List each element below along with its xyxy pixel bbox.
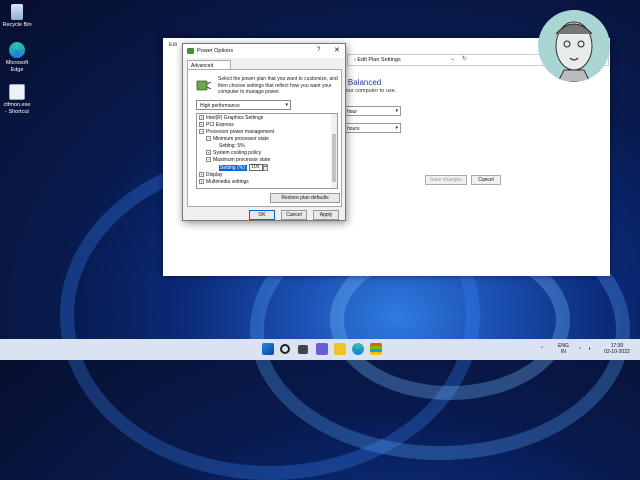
file-explorer-icon[interactable] [334,343,346,355]
apply-button[interactable]: Apply [313,210,339,220]
tree-item-min-setting[interactable]: Setting: 5% [219,143,245,149]
plan-select[interactable]: High performance [196,100,291,110]
chat-icon[interactable] [316,343,328,355]
dropdown-icon[interactable]: ⌄ [450,55,455,62]
spinner-arrows-icon[interactable]: ▴▾ [263,164,269,171]
refresh-icon[interactable]: ↻ [462,55,467,62]
dialog-cancel-button[interactable]: Cancel [281,210,307,220]
restore-defaults-button[interactable]: Restore plan defaults [270,193,340,203]
search-icon[interactable] [280,344,290,354]
desktop-icon-edge[interactable]: Microsoft Edge [2,42,32,74]
tree-item-graphics[interactable]: + Intel(R) Graphics Settings [199,115,263,121]
expand-icon[interactable]: + [199,115,204,121]
desktop-icon-ctfmon[interactable]: ctfmon.exe - Shortcut [2,84,32,116]
expand-icon[interactable]: + [199,172,204,178]
ok-button[interactable]: OK [249,210,275,220]
network-icon[interactable]: ◔ [578,346,581,352]
shortcut-file-icon [9,84,25,100]
tree-item-max-setting[interactable]: Setting (%): 100 ▴▾ [219,164,269,171]
tree-item-multimedia[interactable]: + Multimedia settings [199,179,249,185]
plan-description: your computer to use. [343,88,397,94]
address-bar[interactable]: › Edit Plan Settings [347,54,547,66]
tray-overflow-icon[interactable]: ⌃ [540,346,544,352]
task-view-icon[interactable] [298,345,308,354]
desktop-icon-recycle-bin[interactable]: Recycle Bin [2,4,32,29]
setting-label: Setting (%): [219,164,248,171]
tree-item-cooling[interactable]: + System cooling policy [206,150,261,156]
save-changes-button[interactable]: Save changes [425,175,467,185]
face-sketch-icon [555,21,593,82]
clock[interactable]: 17:30 02-10-2022 [597,343,637,355]
close-button[interactable]: ✕ [334,46,340,54]
store-icon[interactable] [370,343,382,355]
tree-item-processor-power[interactable]: − Processor power management [199,129,274,135]
collapse-icon[interactable]: − [206,136,211,142]
collapse-icon[interactable]: − [199,129,204,135]
edge-taskbar-icon[interactable] [352,343,364,355]
tree-item-display[interactable]: + Display [199,172,222,178]
tree-item-min-processor[interactable]: − Minimum processor state [206,136,269,142]
sleep-select-plugged[interactable]: hours [343,123,401,133]
dialog-title: Power Options [197,48,234,54]
power-options-icon [187,48,194,54]
tree-scrollbar[interactable] [331,114,337,188]
language-indicator[interactable]: ENG IN [558,343,569,355]
plan-title: r Balanced [343,78,382,87]
max-state-spinbox[interactable]: 100 [249,164,264,171]
cancel-button[interactable]: Cancel [471,175,501,185]
expand-icon[interactable]: + [206,150,211,156]
start-icon[interactable] [262,343,274,355]
collapse-icon[interactable]: − [206,157,211,163]
recycle-bin-icon [11,4,23,20]
sleep-select-battery[interactable]: hour [343,106,401,116]
dialog-titlebar: Power Options ? ✕ [183,44,345,58]
power-options-dialog: Power Options ? ✕ Advanced settings Sele… [182,43,346,221]
expand-icon[interactable]: + [199,122,204,128]
tree-item-pci-express[interactable]: + PCI Express [199,122,234,128]
battery-plug-icon [196,80,212,91]
expand-icon[interactable]: + [199,179,204,185]
advanced-settings-panel: Select the power plan that you want to c… [187,69,342,207]
intro-text: Select the power plan that you want to c… [218,76,338,95]
settings-tree: + Intel(R) Graphics Settings + PCI Express… [196,113,338,189]
taskbar: ⌃ ENG IN ◔ ◖ 17:30 02-10-2022 [0,339,640,360]
tree-item-max-processor[interactable]: − Maximum processor state [206,157,270,163]
help-button[interactable]: ? [317,47,320,53]
webcam-avatar [538,10,610,82]
edge-icon [9,42,25,58]
volume-icon[interactable]: ◖ [588,346,591,352]
scrollbar-thumb[interactable] [332,134,336,182]
